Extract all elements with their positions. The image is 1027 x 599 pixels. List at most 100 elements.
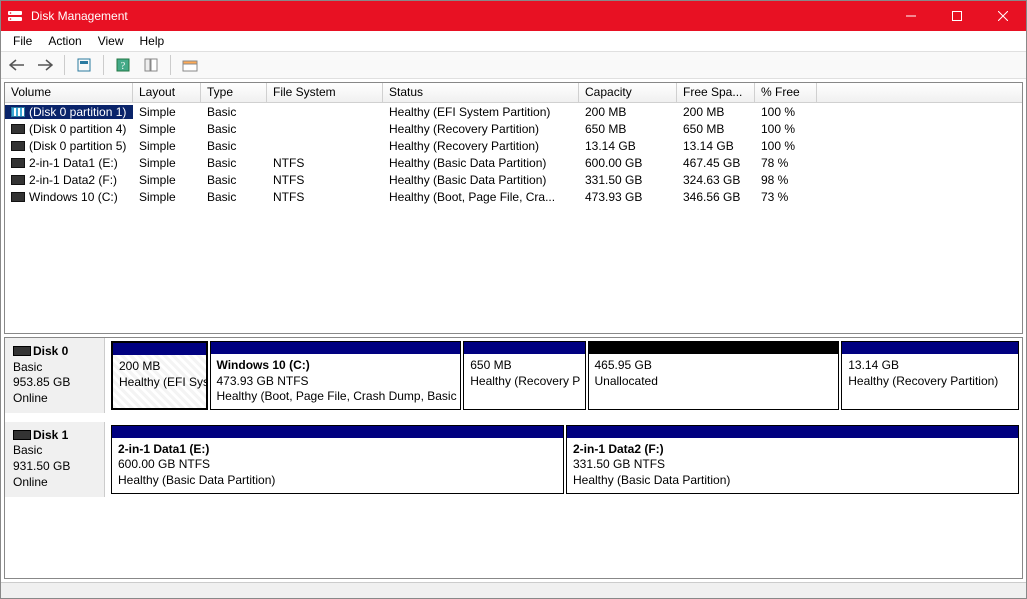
close-button[interactable] bbox=[980, 1, 1026, 31]
disk-icon bbox=[13, 430, 31, 440]
maximize-button[interactable] bbox=[934, 1, 980, 31]
col-pfree[interactable]: % Free bbox=[755, 83, 817, 102]
col-free[interactable]: Free Spa... bbox=[677, 83, 755, 102]
cell: 324.63 GB bbox=[677, 173, 755, 187]
toolbar-separator bbox=[170, 55, 171, 75]
cell: 650 MB bbox=[677, 122, 755, 136]
partition-header bbox=[112, 426, 563, 438]
volume-icon bbox=[11, 175, 25, 185]
cell: NTFS bbox=[267, 190, 383, 204]
partition[interactable]: 200 MBHealthy (EFI Syst bbox=[111, 341, 208, 410]
disk-info[interactable]: Disk 0Basic953.85 GBOnline bbox=[5, 338, 105, 413]
cell: 467.45 GB bbox=[677, 156, 755, 170]
cell: Basic bbox=[201, 190, 267, 204]
app-window: Disk Management File Action View Help bbox=[0, 0, 1027, 599]
disk-icon bbox=[13, 346, 31, 356]
menu-help[interactable]: Help bbox=[132, 33, 173, 49]
volume-icon bbox=[11, 124, 25, 134]
cell: (Disk 0 partition 4) bbox=[5, 122, 133, 136]
table-row[interactable]: 2-in-1 Data1 (E:)SimpleBasicNTFSHealthy … bbox=[5, 154, 1022, 171]
table-row[interactable]: (Disk 0 partition 4)SimpleBasicHealthy (… bbox=[5, 120, 1022, 137]
cell: Basic bbox=[201, 105, 267, 119]
properties-button[interactable] bbox=[178, 54, 202, 76]
partition-status: Healthy (Basic Data Partition) bbox=[573, 473, 1012, 489]
partition-size: 13.14 GB bbox=[848, 358, 1012, 374]
table-row[interactable]: (Disk 0 partition 5)SimpleBasicHealthy (… bbox=[5, 137, 1022, 154]
col-layout[interactable]: Layout bbox=[133, 83, 201, 102]
disk-state: Online bbox=[13, 475, 96, 491]
partition[interactable]: 650 MBHealthy (Recovery P bbox=[463, 341, 585, 410]
toolbar: ? bbox=[1, 51, 1026, 79]
table-row[interactable]: 2-in-1 Data2 (F:)SimpleBasicNTFSHealthy … bbox=[5, 171, 1022, 188]
menu-view[interactable]: View bbox=[90, 33, 132, 49]
cell: 2-in-1 Data1 (E:) bbox=[5, 156, 133, 170]
cell: 200 MB bbox=[579, 105, 677, 119]
cell: Healthy (EFI System Partition) bbox=[383, 105, 579, 119]
partition-size: 650 MB bbox=[470, 358, 578, 374]
partition-header bbox=[589, 342, 839, 354]
app-icon bbox=[7, 8, 23, 24]
cell: Healthy (Recovery Partition) bbox=[383, 139, 579, 153]
menu-bar: File Action View Help bbox=[1, 31, 1026, 51]
disk-info[interactable]: Disk 1Basic931.50 GBOnline bbox=[5, 422, 105, 497]
disk-row: Disk 1Basic931.50 GBOnline2-in-1 Data1 (… bbox=[5, 422, 1022, 498]
disk-type: Basic bbox=[13, 443, 96, 459]
volume-icon bbox=[11, 107, 25, 117]
cell: 2-in-1 Data2 (F:) bbox=[5, 173, 133, 187]
cell: Simple bbox=[133, 105, 201, 119]
cell: 100 % bbox=[755, 139, 817, 153]
col-type[interactable]: Type bbox=[201, 83, 267, 102]
volume-icon bbox=[11, 141, 25, 151]
col-status[interactable]: Status bbox=[383, 83, 579, 102]
help-button[interactable]: ? bbox=[111, 54, 135, 76]
disk-map[interactable]: Disk 0Basic953.85 GBOnline200 MBHealthy … bbox=[4, 337, 1023, 579]
cell: 331.50 GB bbox=[579, 173, 677, 187]
partition-header bbox=[567, 426, 1018, 438]
cell: (Disk 0 partition 5) bbox=[5, 139, 133, 153]
menu-file[interactable]: File bbox=[5, 33, 40, 49]
settings-button[interactable] bbox=[139, 54, 163, 76]
partition[interactable]: 2-in-1 Data1 (E:)600.00 GB NTFSHealthy (… bbox=[111, 425, 564, 494]
refresh-button[interactable] bbox=[72, 54, 96, 76]
partition-status: Healthy (Recovery Partition) bbox=[848, 374, 1012, 390]
disk-size: 953.85 GB bbox=[13, 375, 96, 391]
cell: 650 MB bbox=[579, 122, 677, 136]
partition-header bbox=[113, 343, 206, 355]
forward-button[interactable] bbox=[33, 54, 57, 76]
cell: 600.00 GB bbox=[579, 156, 677, 170]
partition-row: 200 MBHealthy (EFI SystWindows 10 (C:)47… bbox=[105, 338, 1022, 413]
partition-status: Healthy (Recovery P bbox=[470, 374, 578, 390]
menu-action[interactable]: Action bbox=[40, 33, 89, 49]
table-row[interactable]: (Disk 0 partition 1)SimpleBasicHealthy (… bbox=[5, 103, 1022, 120]
disk-row: Disk 0Basic953.85 GBOnline200 MBHealthy … bbox=[5, 338, 1022, 414]
cell: 100 % bbox=[755, 122, 817, 136]
partition[interactable]: 2-in-1 Data2 (F:)331.50 GB NTFSHealthy (… bbox=[566, 425, 1019, 494]
partition-title: Windows 10 (C:) bbox=[217, 358, 455, 374]
cell: 346.56 GB bbox=[677, 190, 755, 204]
app-title: Disk Management bbox=[31, 9, 128, 23]
cell: Simple bbox=[133, 173, 201, 187]
partition-header bbox=[464, 342, 584, 354]
disk-name: Disk 0 bbox=[33, 344, 68, 358]
cell: Simple bbox=[133, 139, 201, 153]
partition-row: 2-in-1 Data1 (E:)600.00 GB NTFSHealthy (… bbox=[105, 422, 1022, 497]
cell: Basic bbox=[201, 156, 267, 170]
partition-status: Healthy (Boot, Page File, Crash Dump, Ba… bbox=[217, 389, 455, 405]
minimize-button[interactable] bbox=[888, 1, 934, 31]
col-fs[interactable]: File System bbox=[267, 83, 383, 102]
cell: 73 % bbox=[755, 190, 817, 204]
cell: Simple bbox=[133, 190, 201, 204]
partition[interactable]: 465.95 GBUnallocated bbox=[588, 341, 840, 410]
partition[interactable]: 13.14 GBHealthy (Recovery Partition) bbox=[841, 341, 1019, 410]
back-button[interactable] bbox=[5, 54, 29, 76]
partition-status: Healthy (EFI Syst bbox=[119, 375, 200, 391]
partition[interactable]: Windows 10 (C:)473.93 GB NTFSHealthy (Bo… bbox=[210, 341, 462, 410]
partition-size: 200 MB bbox=[119, 359, 200, 375]
col-capacity[interactable]: Capacity bbox=[579, 83, 677, 102]
col-volume[interactable]: Volume bbox=[5, 83, 133, 102]
cell: 13.14 GB bbox=[677, 139, 755, 153]
volume-list[interactable]: Volume Layout Type File System Status Ca… bbox=[4, 82, 1023, 334]
cell: Healthy (Basic Data Partition) bbox=[383, 173, 579, 187]
volume-rows: (Disk 0 partition 1)SimpleBasicHealthy (… bbox=[5, 103, 1022, 333]
table-row[interactable]: Windows 10 (C:)SimpleBasicNTFSHealthy (B… bbox=[5, 188, 1022, 205]
